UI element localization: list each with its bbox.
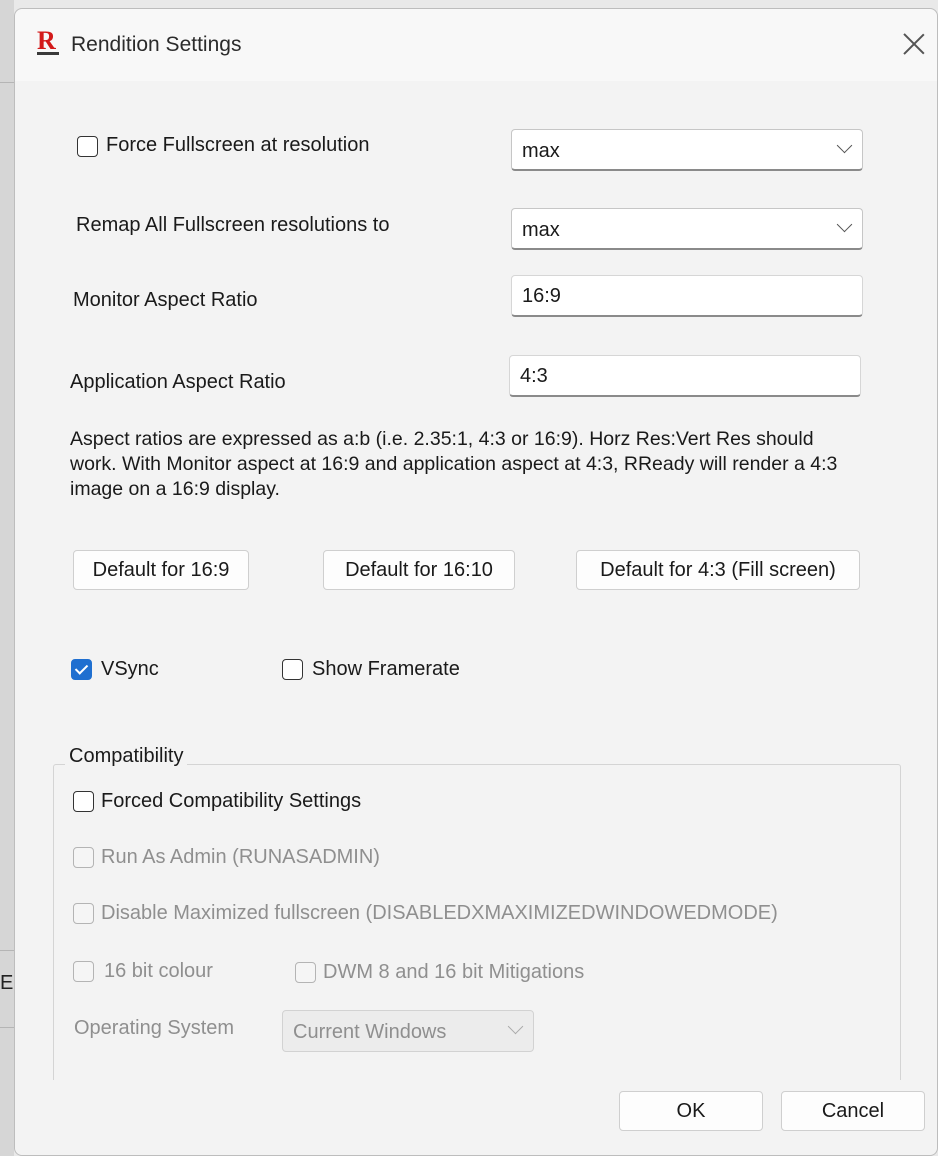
operating-system-select[interactable]: Current Windows xyxy=(282,1010,534,1052)
force-fullscreen-resolution-value: max xyxy=(522,140,560,162)
run-as-admin-checkbox[interactable] xyxy=(73,847,94,868)
force-fullscreen-resolution-select[interactable]: max xyxy=(511,129,863,171)
title-bar[interactable]: R Rendition Settings xyxy=(15,9,937,81)
16-bit-colour-label: 16 bit colour xyxy=(104,960,213,982)
rendition-settings-dialog: R Rendition Settings Force Fullscreen at… xyxy=(14,8,938,1156)
background-window-text: E xyxy=(0,972,14,994)
operating-system-value: Current Windows xyxy=(293,1021,447,1043)
operating-system-label: Operating System xyxy=(74,1017,235,1039)
window-title: Rendition Settings xyxy=(71,33,242,56)
compatibility-group-title: Compatibility xyxy=(65,745,188,768)
chevron-down-icon xyxy=(836,137,853,154)
force-fullscreen-label: Force Fullscreen at resolution xyxy=(106,134,370,156)
monitor-aspect-input[interactable]: 16:9 xyxy=(511,275,863,317)
forced-compatibility-label: Forced Compatibility Settings xyxy=(101,790,362,812)
remap-resolution-select[interactable]: max xyxy=(511,208,863,250)
force-fullscreen-checkbox[interactable] xyxy=(77,136,98,157)
remap-label: Remap All Fullscreen resolutions to xyxy=(76,214,390,236)
16-bit-colour-checkbox[interactable] xyxy=(73,961,94,982)
default-16-10-button[interactable]: Default for 16:10 xyxy=(323,550,515,590)
chevron-down-icon xyxy=(507,1018,524,1035)
chevron-down-icon xyxy=(836,216,853,233)
app-r-icon: R xyxy=(37,26,59,55)
dwm-mitigations-checkbox[interactable] xyxy=(295,962,316,983)
forced-compatibility-checkbox[interactable] xyxy=(73,791,94,812)
remap-resolution-value: max xyxy=(522,219,560,241)
disable-maximized-fullscreen-label: Disable Maximized fullscreen (DISABLEDXM… xyxy=(101,902,778,924)
application-aspect-input[interactable]: 4:3 xyxy=(509,355,861,397)
ok-button[interactable]: OK xyxy=(619,1091,763,1131)
disable-maximized-fullscreen-checkbox[interactable] xyxy=(73,903,94,924)
monitor-aspect-label: Monitor Aspect Ratio xyxy=(73,289,258,311)
monitor-aspect-value: 16:9 xyxy=(522,285,561,307)
cancel-button[interactable]: Cancel xyxy=(781,1091,925,1131)
default-16-9-button[interactable]: Default for 16:9 xyxy=(73,550,249,590)
run-as-admin-label: Run As Admin (RUNASADMIN) xyxy=(101,846,380,868)
dwm-mitigations-label: DWM 8 and 16 bit Mitigations xyxy=(323,961,585,983)
vsync-label: VSync xyxy=(101,658,159,680)
aspect-ratio-description: Aspect ratios are expressed as a:b (i.e.… xyxy=(70,428,838,500)
show-framerate-checkbox[interactable] xyxy=(282,659,303,680)
application-aspect-label: Application Aspect Ratio xyxy=(70,371,286,393)
show-framerate-label: Show Framerate xyxy=(312,658,460,680)
vsync-checkbox[interactable] xyxy=(71,659,92,680)
application-aspect-value: 4:3 xyxy=(520,365,548,387)
close-icon[interactable] xyxy=(899,29,929,59)
default-4-3-fill-screen-button[interactable]: Default for 4:3 (Fill screen) xyxy=(576,550,860,590)
